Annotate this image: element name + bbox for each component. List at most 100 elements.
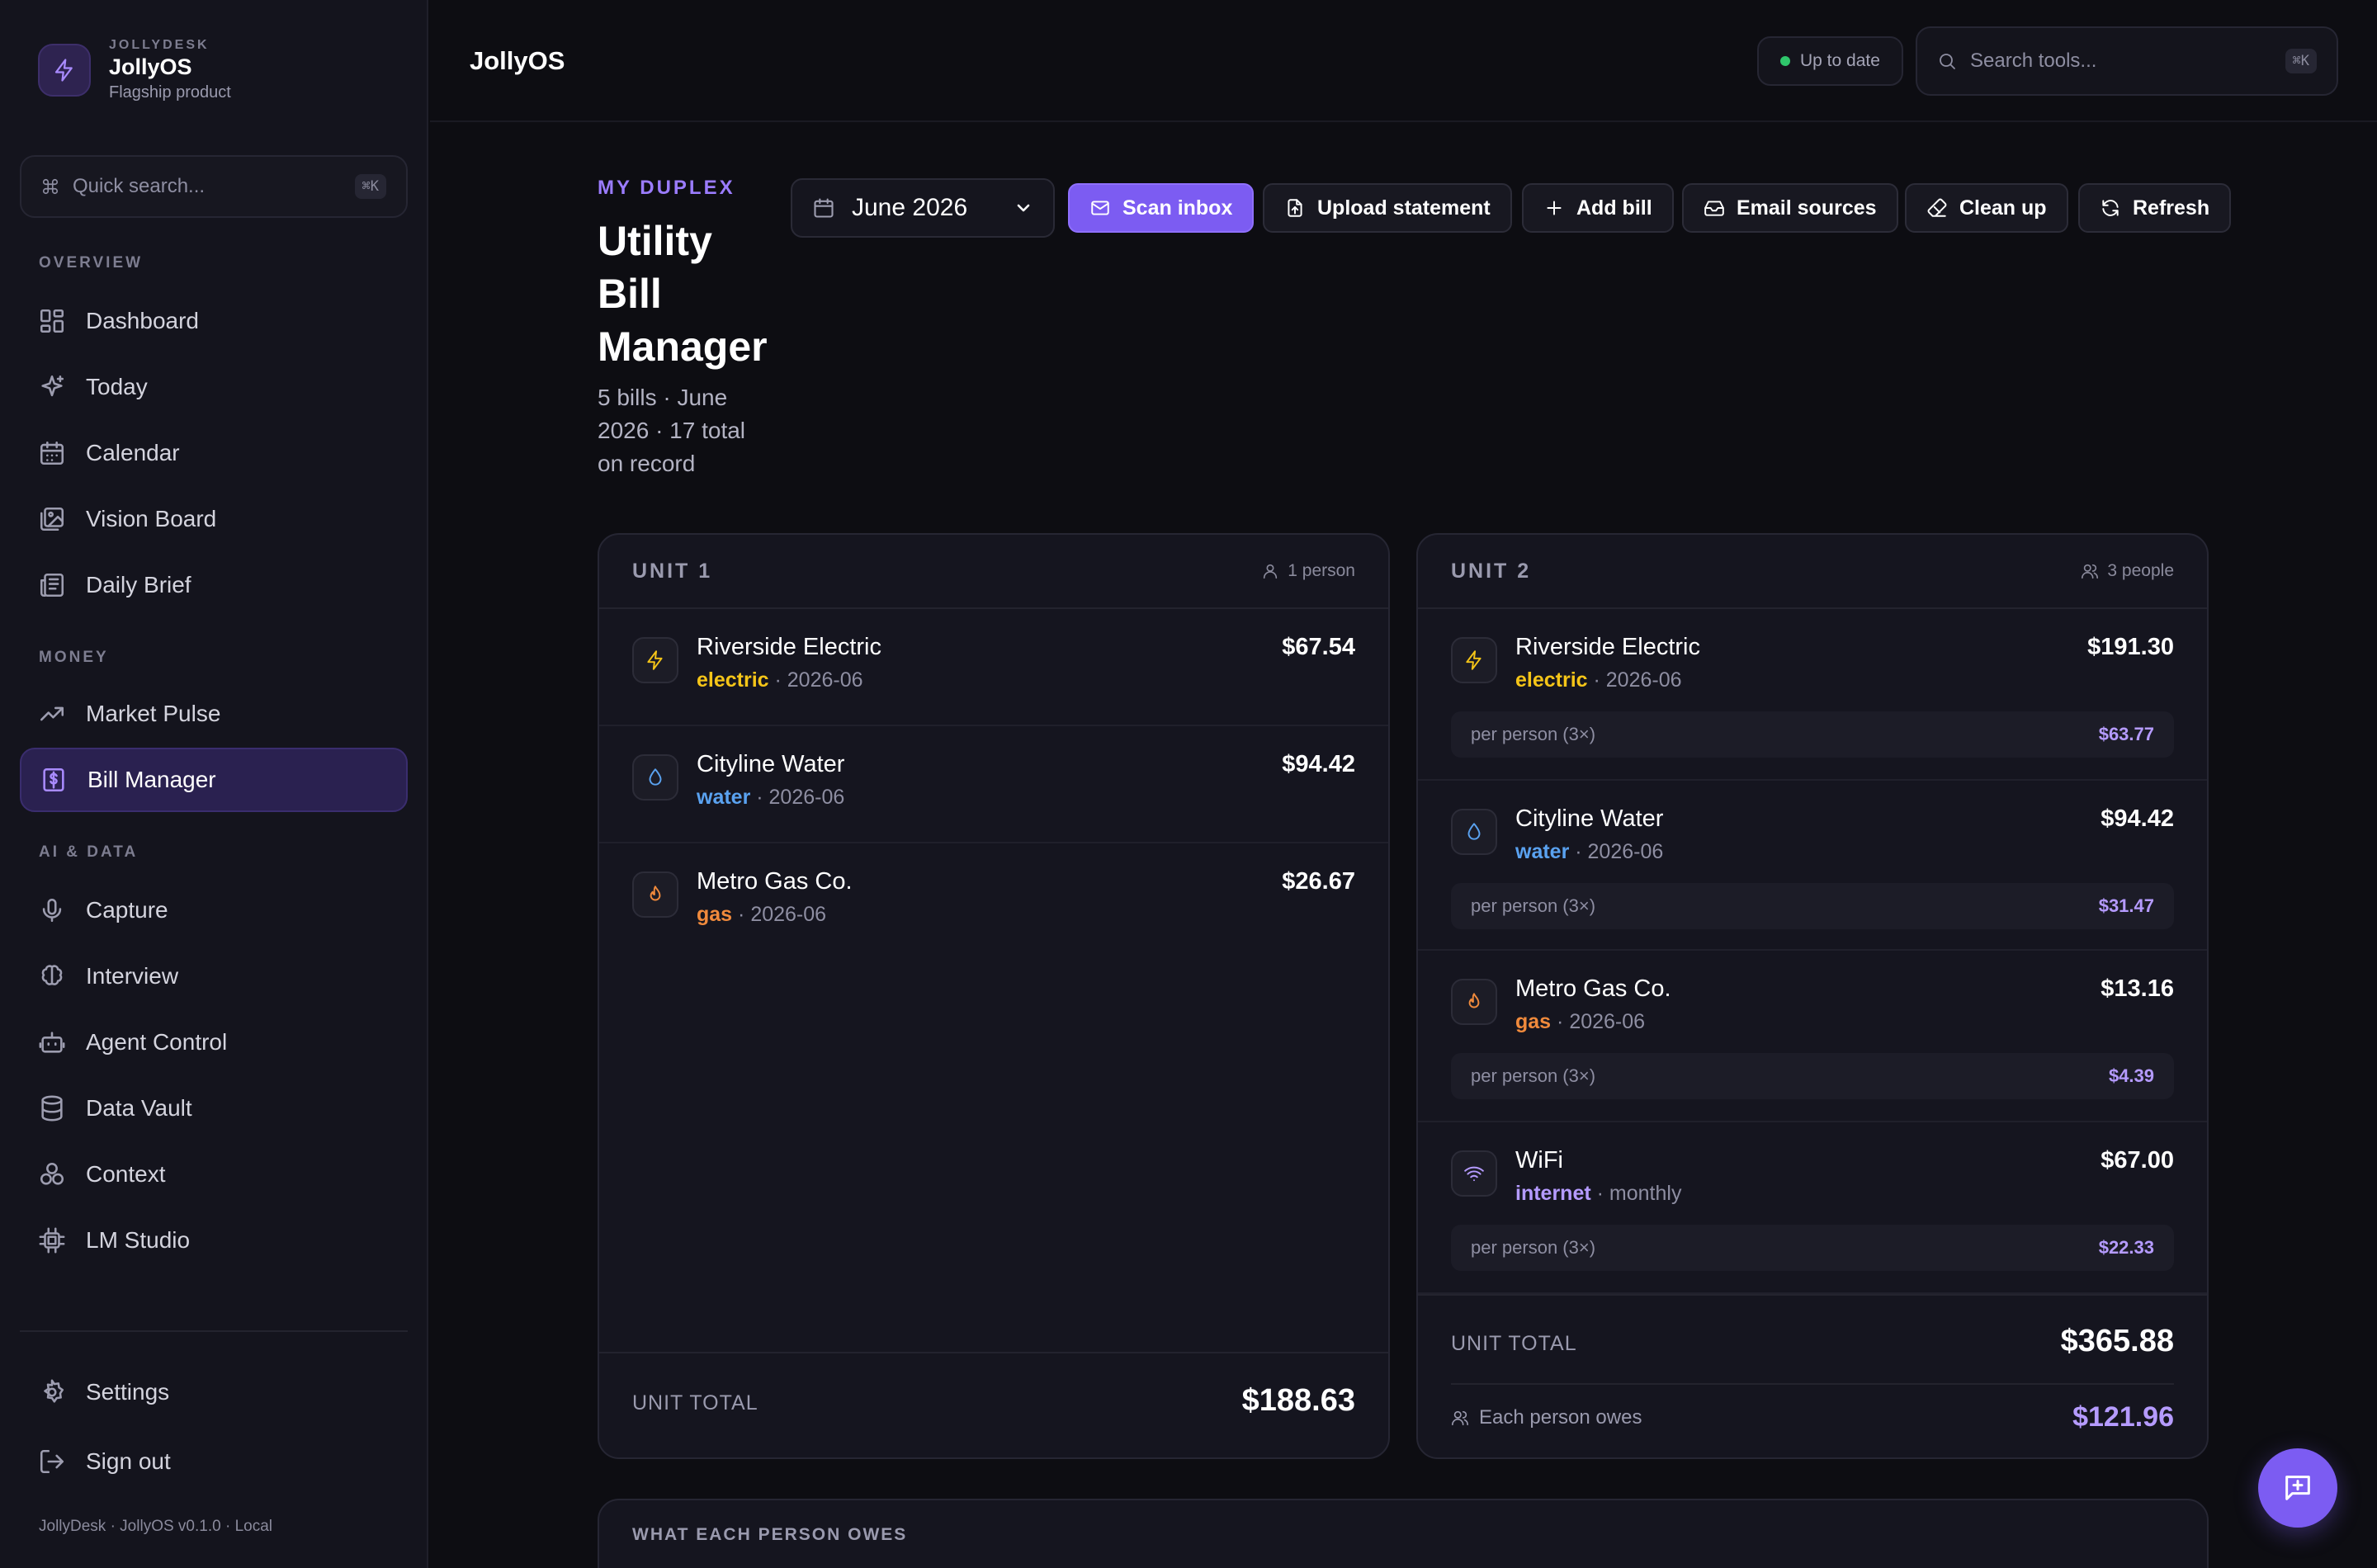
bill-meta: electric · 2026-06 xyxy=(1515,668,1682,692)
bill-row[interactable]: Metro Gas Co. gas · 2026-06 $26.67 xyxy=(599,843,1388,961)
bill-type: water xyxy=(697,786,751,809)
add-bill-button[interactable]: Add bill xyxy=(1522,183,1674,233)
search-icon xyxy=(1937,51,1957,71)
database-icon xyxy=(38,1094,66,1122)
scan-inbox-button[interactable]: Scan inbox xyxy=(1068,183,1255,233)
sidebar-item-calendar[interactable]: Calendar xyxy=(20,421,408,485)
bill-row[interactable]: Riverside Electric electric · 2026-06 $6… xyxy=(599,609,1388,726)
sidebar-item-lm-studio[interactable]: LM Studio xyxy=(20,1208,408,1273)
bill-name: Cityline Water xyxy=(1515,805,1664,832)
scan-inbox-label: Scan inbox xyxy=(1122,196,1233,220)
status-badge[interactable]: Up to date xyxy=(1757,36,1903,86)
sidebar-item-daily-brief[interactable]: Daily Brief xyxy=(20,553,408,617)
bill-type: gas xyxy=(697,903,733,926)
bill-amount: $13.16 xyxy=(2101,975,2174,1002)
per-person-row: per person (3×) $31.47 xyxy=(1451,883,2174,929)
flame-icon xyxy=(632,871,678,918)
add-bill-label: Add bill xyxy=(1576,196,1652,220)
per-person-label: per person (3×) xyxy=(1471,1237,1596,1258)
bill-amount: $191.30 xyxy=(2087,634,2174,660)
sidebar-item-capture[interactable]: Capture xyxy=(20,878,408,942)
unit-total: UNIT TOTAL $188.63 xyxy=(599,1352,1388,1457)
status-dot xyxy=(1780,56,1790,66)
sidebar-item-label: Capture xyxy=(86,897,168,923)
bill-row[interactable]: WiFi internet · monthly $67.00 per perso… xyxy=(1418,1122,2207,1294)
brand[interactable]: JOLLYDESK JollyOS Flagship product xyxy=(38,38,231,102)
per-person-value: $4.39 xyxy=(2108,1065,2154,1086)
sidebar-item-today[interactable]: Today xyxy=(20,355,408,419)
sidebar-item-label: Dashboard xyxy=(86,308,199,333)
bill-row[interactable]: Cityline Water water · 2026-06 $94.42 pe… xyxy=(1418,781,2207,951)
sidebar-item-sign-out[interactable]: Sign out xyxy=(20,1429,408,1494)
quick-search-shortcut: ⌘K xyxy=(354,174,386,199)
bill-name: Metro Gas Co. xyxy=(697,868,853,895)
chat-button[interactable] xyxy=(2258,1448,2337,1528)
sidebar-item-label: Agent Control xyxy=(86,1029,228,1055)
unit-total-value: $365.88 xyxy=(2060,1324,2174,1358)
flame-icon xyxy=(1451,979,1497,1025)
droplet-icon xyxy=(1451,809,1497,855)
bill-meta: internet · monthly xyxy=(1515,1182,1682,1205)
unit-title: UNIT 1 xyxy=(632,559,713,583)
bill-meta: water · 2026-06 xyxy=(1515,840,1664,863)
sidebar-item-data-vault[interactable]: Data Vault xyxy=(20,1076,408,1141)
sidebar-item-label: Calendar xyxy=(86,440,180,465)
bill-period: 2026-06 xyxy=(1569,1010,1646,1033)
topbar-title: JollyOS xyxy=(470,46,565,75)
inbox-icon xyxy=(1704,197,1725,219)
sidebar-item-vision-board[interactable]: Vision Board xyxy=(20,487,408,551)
people-icon xyxy=(2081,562,2099,580)
brand-name: JollyOS xyxy=(109,54,192,79)
calendar-icon xyxy=(812,196,835,220)
sidebar-item-label: Today xyxy=(86,374,148,399)
unit-people-count: 1 person xyxy=(1261,561,1355,581)
sidebar-item-context[interactable]: Context xyxy=(20,1142,408,1207)
per-person-value: $31.47 xyxy=(2098,895,2154,916)
bill-period: 2026-06 xyxy=(787,668,863,692)
tools-search-placeholder: Search tools... xyxy=(1970,50,2097,72)
sidebar: JOLLYDESK JollyOS Flagship product Quick… xyxy=(0,0,428,1568)
sidebar-item-bill-manager[interactable]: Bill Manager xyxy=(20,748,408,812)
bill-amount: $67.00 xyxy=(2101,1147,2174,1174)
refresh-button[interactable]: Refresh xyxy=(2078,183,2232,233)
sidebar-item-interview[interactable]: Interview xyxy=(20,944,408,1008)
bill-period: 2026-06 xyxy=(768,786,845,809)
nav-section-ai-data: AI & DATA xyxy=(39,843,139,861)
sidebar-item-dashboard[interactable]: Dashboard xyxy=(20,289,408,353)
bill-type: internet xyxy=(1515,1182,1591,1205)
bill-meta: electric · 2026-06 xyxy=(697,668,863,692)
sidebar-item-label: LM Studio xyxy=(86,1227,191,1253)
image-board-icon xyxy=(38,505,66,533)
email-sources-label: Email sources xyxy=(1737,196,1877,220)
unit-total-label: UNIT TOTAL xyxy=(1451,1332,1577,1355)
refresh-icon xyxy=(2100,197,2121,219)
quick-search[interactable]: Quick search... ⌘K xyxy=(20,155,408,218)
circles-icon xyxy=(38,1160,66,1188)
bill-row[interactable]: Riverside Electric electric · 2026-06 $1… xyxy=(1418,609,2207,781)
sidebar-item-settings[interactable]: Settings xyxy=(20,1360,408,1424)
unit-card-header: UNIT 1 1 person xyxy=(599,535,1388,609)
each-person-owes-label: Each person owes xyxy=(1479,1406,1642,1429)
month-select[interactable]: June 2026 xyxy=(791,178,1055,238)
unit-title: UNIT 2 xyxy=(1451,559,1532,583)
per-person-label: per person (3×) xyxy=(1471,1065,1596,1086)
bill-name: Metro Gas Co. xyxy=(1515,975,1671,1002)
page-title: Utility Bill Manager xyxy=(598,218,768,370)
brand-kicker: JOLLYDESK xyxy=(109,38,210,52)
bill-row[interactable]: Cityline Water water · 2026-06 $94.42 xyxy=(599,726,1388,843)
tools-search-input[interactable]: Search tools... ⌘K xyxy=(1916,26,2338,96)
sidebar-item-market-pulse[interactable]: Market Pulse xyxy=(20,682,408,746)
per-person-value: $63.77 xyxy=(2098,724,2154,744)
sidebar-item-agent-control[interactable]: Agent Control xyxy=(20,1010,408,1074)
sidebar-item-label: Interview xyxy=(86,963,179,989)
email-sources-button[interactable]: Email sources xyxy=(1682,183,1898,233)
people-icon xyxy=(1451,1409,1469,1427)
bill-meta: gas · 2026-06 xyxy=(1515,1010,1646,1033)
clean-up-button[interactable]: Clean up xyxy=(1905,183,2068,233)
bill-row[interactable]: Metro Gas Co. gas · 2026-06 $13.16 per p… xyxy=(1418,951,2207,1122)
lightning-icon xyxy=(38,44,91,97)
trend-icon xyxy=(38,700,66,728)
upload-statement-button[interactable]: Upload statement xyxy=(1263,183,1512,233)
tools-search-shortcut: ⌘K xyxy=(2285,49,2317,73)
bot-icon xyxy=(38,1028,66,1056)
